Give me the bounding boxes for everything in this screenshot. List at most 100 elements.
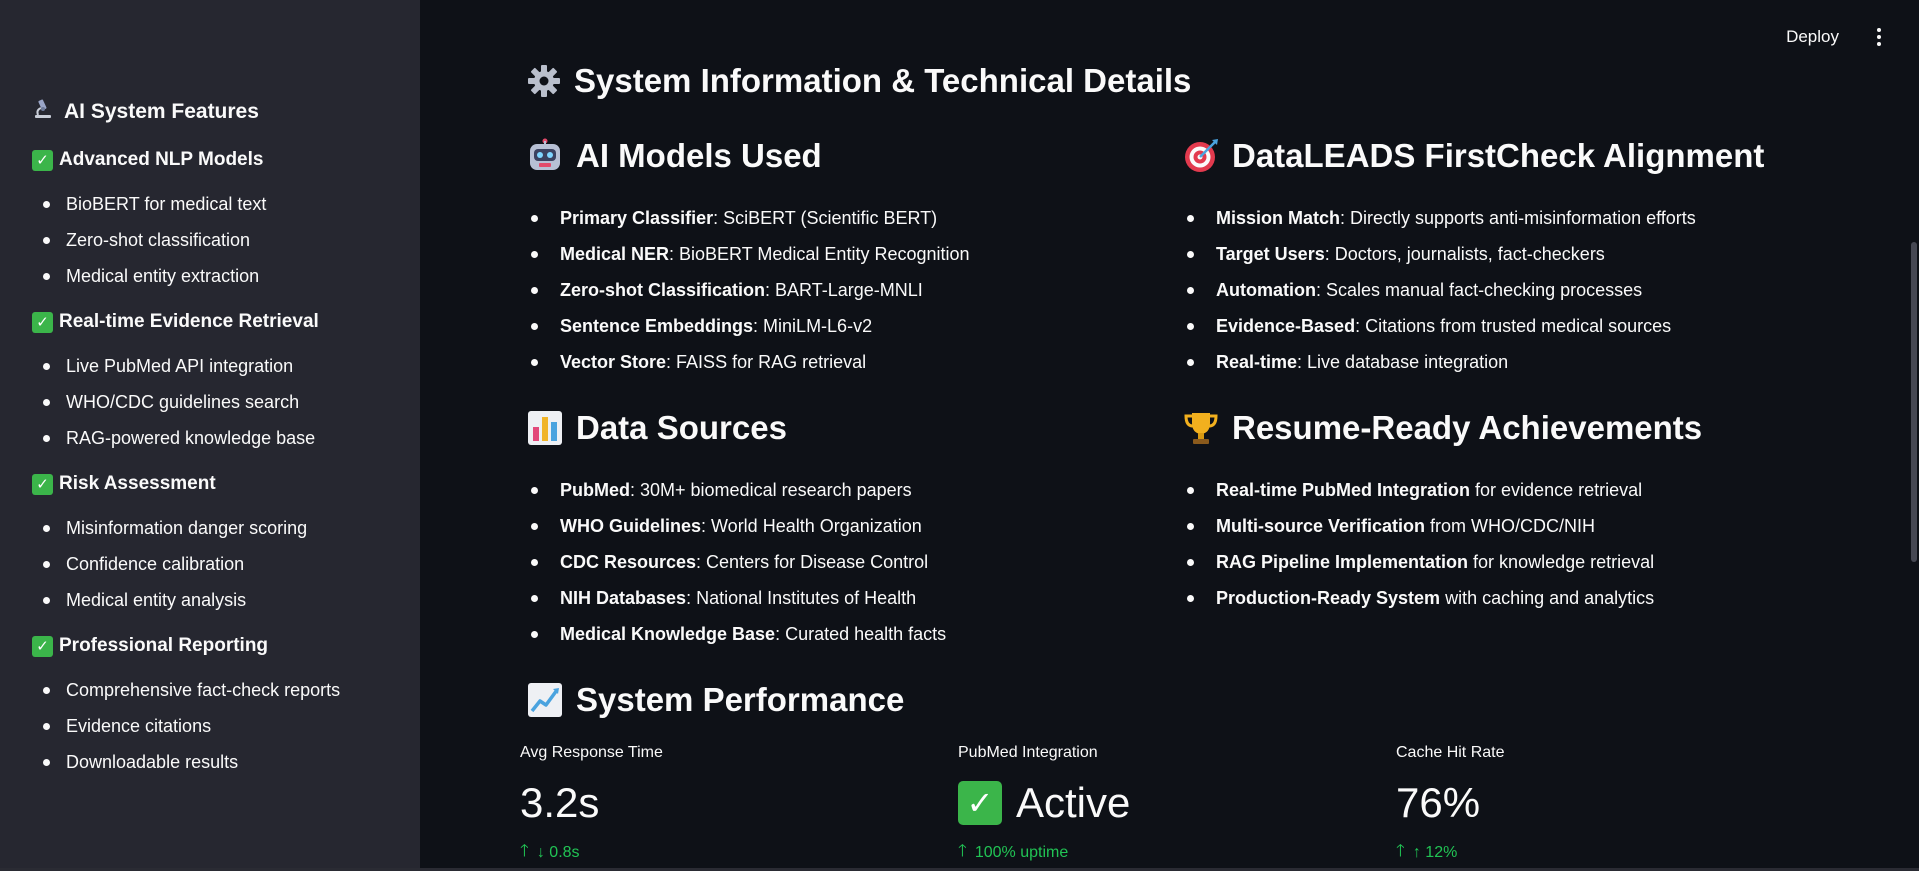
list-item: Evidence-Based: Citations from trusted m… — [1182, 308, 1822, 344]
metric-label: Avg Response Time — [520, 744, 663, 761]
list-item: CDC Resources: Centers for Disease Contr… — [526, 544, 1166, 580]
list-item: Primary Classifier: SciBERT (Scientific … — [526, 200, 1166, 236]
page-title: System Information & Technical Details — [526, 62, 1191, 100]
section-title: DataLEADS FirstCheck Alignment — [1182, 134, 1822, 178]
sidebar-section-nlp: ✓ Advanced NLP Models BioBERT for medica… — [32, 146, 420, 294]
list-item: PubMed: 30M+ biomedical research papers — [526, 472, 1166, 508]
sidebar-list: Live PubMed API integration WHO/CDC guid… — [32, 348, 420, 456]
list-item: Automation: Scales manual fact-checking … — [1182, 272, 1822, 308]
list-item: BioBERT for medical text — [32, 186, 420, 222]
metric-value: 3.2s — [520, 779, 600, 826]
trophy-icon — [1182, 409, 1220, 447]
list-item: Sentence Embeddings: MiniLM-L6-v2 — [526, 308, 1166, 344]
list-item: Zero-shot classification — [32, 222, 420, 258]
sidebar: AI System Features ✓ Advanced NLP Models… — [0, 0, 420, 871]
list-item: Production-Ready System with caching and… — [1182, 580, 1822, 616]
list-item: Downloadable results — [32, 744, 420, 780]
page-title-text: System Information & Technical Details — [574, 62, 1192, 99]
metric-pubmed-integration: PubMed Integration ✓ Active 🡑 100% uptim… — [958, 744, 1358, 867]
check-mark-icon: ✓ — [958, 781, 1002, 825]
list-item: Vector Store: FAISS for RAG retrieval — [526, 344, 1166, 380]
achievements-section: Resume-Ready Achievements Real-time PubM… — [1182, 406, 1822, 616]
main-content: System Information & Technical Details A… — [520, 0, 1820, 871]
metric-label: Cache Hit Rate — [1396, 744, 1505, 761]
models-section: AI Models Used Primary Classifier: SciBE… — [526, 134, 1166, 380]
list-item: Medical Knowledge Base: Curated health f… — [526, 616, 1166, 652]
sidebar-list: Misinformation danger scoring Confidence… — [32, 510, 420, 618]
sidebar-section-retrieval: ✓ Real-time Evidence Retrieval Live PubM… — [32, 308, 420, 456]
bar-chart-icon — [526, 409, 564, 447]
section-title-text: System Performance — [576, 681, 905, 718]
metric-cache-hit-rate: Cache Hit Rate 76% 🡑 ↑ 12% — [1396, 744, 1796, 867]
check-mark-icon: ✓ — [32, 149, 53, 171]
check-mark-icon: ✓ — [32, 473, 53, 495]
metric-label: PubMed Integration — [958, 744, 1098, 761]
sources-section: Data Sources PubMed: 30M+ biomedical res… — [526, 406, 1166, 652]
arrow-up-icon: 🡑 — [958, 841, 967, 860]
sidebar-section-heading: ✓ Real-time Evidence Retrieval — [32, 308, 420, 336]
models-list: Primary Classifier: SciBERT (Scientific … — [526, 200, 1166, 380]
list-item: NIH Databases: National Institutes of He… — [526, 580, 1166, 616]
section-title-text: Data Sources — [576, 409, 787, 446]
check-mark-icon: ✓ — [32, 311, 53, 333]
section-title: AI Models Used — [526, 134, 1166, 178]
section-title-text: DataLEADS FirstCheck Alignment — [1232, 137, 1765, 174]
alignment-section: DataLEADS FirstCheck Alignment Mission M… — [1182, 134, 1822, 380]
list-item: Evidence citations — [32, 708, 420, 744]
chart-increasing-icon — [526, 681, 564, 719]
metric-delta-text: ↓ 0.8s — [536, 843, 580, 861]
sources-list: PubMed: 30M+ biomedical research papers … — [526, 472, 1166, 652]
target-icon — [1182, 137, 1220, 175]
sidebar-list: BioBERT for medical text Zero-shot class… — [32, 186, 420, 294]
gear-icon — [526, 63, 562, 99]
arrow-up-icon: 🡑 — [520, 841, 529, 860]
arrow-up-icon: 🡑 — [1396, 841, 1405, 860]
metric-delta-text: ↑ 12% — [1412, 843, 1458, 861]
list-item: WHO/CDC guidelines search — [32, 384, 420, 420]
sidebar-title-text: AI System Features — [64, 100, 259, 123]
metric-delta: 🡑 ↓ 0.8s — [520, 838, 920, 867]
metric-value: Active — [1016, 779, 1131, 826]
sidebar-section-heading: ✓ Advanced NLP Models — [32, 146, 420, 174]
list-item: RAG Pipeline Implementation for knowledg… — [1182, 544, 1822, 580]
alignment-list: Mission Match: Directly supports anti-mi… — [1182, 200, 1822, 380]
scrollbar-thumb[interactable] — [1911, 242, 1917, 562]
section-title: Data Sources — [526, 406, 1166, 450]
metric-response-time: Avg Response Time 3.2s 🡑 ↓ 0.8s — [520, 744, 920, 867]
list-item: Target Users: Doctors, journalists, fact… — [1182, 236, 1822, 272]
metric-delta: 🡑 100% uptime — [958, 838, 1358, 867]
list-item: Zero-shot Classification: BART-Large-MNL… — [526, 272, 1166, 308]
achievements-list: Real-time PubMed Integration for evidenc… — [1182, 472, 1822, 616]
sidebar-heading-text: Real-time Evidence Retrieval — [59, 311, 319, 332]
sidebar-heading-text: Advanced NLP Models — [59, 149, 264, 170]
metric-delta: 🡑 ↑ 12% — [1396, 838, 1796, 867]
section-title-text: Resume-Ready Achievements — [1232, 409, 1703, 446]
list-item: Mission Match: Directly supports anti-mi… — [1182, 200, 1822, 236]
performance-section: System Performance — [526, 678, 1166, 722]
list-item: RAG-powered knowledge base — [32, 420, 420, 456]
list-item: Comprehensive fact-check reports — [32, 672, 420, 708]
metric-delta-text: 100% uptime — [974, 843, 1069, 861]
more-options-icon[interactable] — [1873, 26, 1885, 48]
sidebar-heading-text: Risk Assessment — [59, 473, 216, 494]
microscope-icon — [32, 98, 54, 126]
list-item: WHO Guidelines: World Health Organizatio… — [526, 508, 1166, 544]
section-title: Resume-Ready Achievements — [1182, 406, 1822, 450]
list-item: Real-time: Live database integration — [1182, 344, 1822, 380]
list-item: Medical entity extraction — [32, 258, 420, 294]
list-item: Medical NER: BioBERT Medical Entity Reco… — [526, 236, 1166, 272]
list-item: Live PubMed API integration — [32, 348, 420, 384]
list-item: Real-time PubMed Integration for evidenc… — [1182, 472, 1822, 508]
sidebar-section-heading: ✓ Professional Reporting — [32, 632, 420, 660]
list-item: Misinformation danger scoring — [32, 510, 420, 546]
list-item: Medical entity analysis — [32, 582, 420, 618]
sidebar-section-heading: ✓ Risk Assessment — [32, 470, 420, 498]
sidebar-title: AI System Features — [32, 98, 420, 126]
metric-value-row: ✓ Active — [958, 778, 1358, 828]
section-title: System Performance — [526, 678, 1166, 722]
section-title-text: AI Models Used — [576, 137, 822, 174]
metric-value: 76% — [1396, 779, 1481, 826]
robot-icon — [526, 137, 564, 175]
sidebar-list: Comprehensive fact-check reports Evidenc… — [32, 672, 420, 780]
list-item: Multi-source Verification from WHO/CDC/N… — [1182, 508, 1822, 544]
